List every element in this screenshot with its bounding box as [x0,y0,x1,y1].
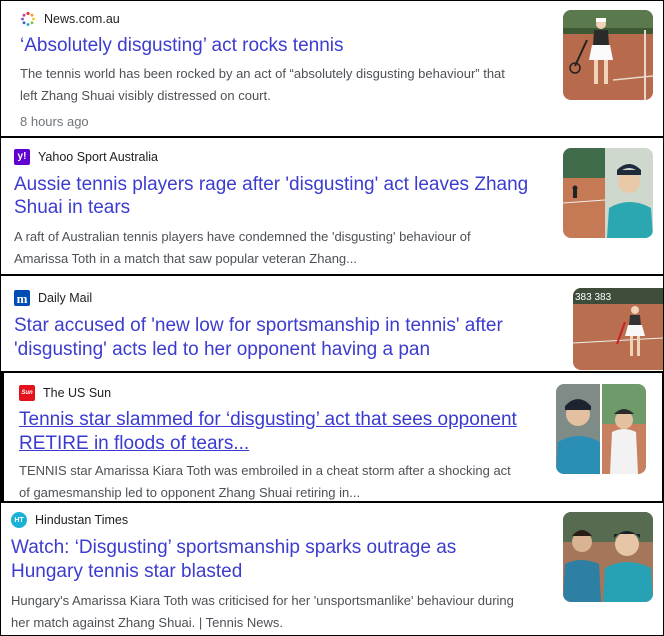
two-players-thumbnail-image [556,384,646,474]
two-players-side-by-side-thumbnail-image [563,512,653,602]
snippet-line-2: her match against Zhang Shuai. | Tennis … [11,615,283,630]
snippet-line-2: left Zhang Shuai visibly distressed on c… [20,88,271,103]
timestamp: 8 hours ago [20,114,89,129]
article-thumbnail[interactable] [556,384,646,474]
news-com-au-spinner-icon [20,11,36,27]
headline-link-line-2[interactable]: 'disgusting' acts led to her opponent ha… [14,338,430,362]
tennis-court-thumbnail-image [563,148,653,238]
source-row: News.com.au [20,11,120,27]
snippet-line-1: TENNIS star Amarissa Kiara Toth was embr… [19,463,511,478]
snippet-line-1: Hungary's Amarissa Kiara Toth was critic… [11,593,514,608]
article-thumbnail[interactable] [563,148,653,238]
tennis-scoreboard-thumbnail-image: 383 383 [573,288,663,370]
news-card-hindustan-times[interactable]: HT Hindustan Times Watch: ‘Disgusting’ s… [1,503,663,635]
article-thumbnail[interactable] [563,10,653,100]
source-name: Yahoo Sport Australia [38,150,158,164]
source-row: y! Yahoo Sport Australia [14,149,158,165]
tennis-player-thumbnail-image [563,10,653,100]
headline-link-line-2[interactable]: Shuai in tears [14,196,130,220]
source-name: Hindustan Times [35,513,129,527]
article-thumbnail[interactable]: 383 383 [573,288,663,370]
news-card-yahoo-sport[interactable]: y! Yahoo Sport Australia Aussie tennis p… [1,138,663,274]
headline-link-line-1[interactable]: Tennis star slammed for ‘disgusting’ act… [19,408,517,432]
headline-link[interactable]: ‘Absolutely disgusting’ act rocks tennis [20,34,344,58]
thumbnail-scoreboard-text: 383 383 [575,292,612,303]
headline-link-line-2[interactable]: RETIRE in floods of tears... [19,432,249,456]
the-sun-icon: Sun [19,385,35,401]
snippet-line-1: The tennis world has been rocked by an a… [20,66,505,81]
news-card-daily-mail[interactable]: m Daily Mail Star accused of 'new low fo… [1,276,663,371]
hindustan-times-icon: HT [11,512,27,528]
snippet-line-2: Amarissa Toth in a match that saw popula… [14,251,357,266]
headline-link-line-1[interactable]: Aussie tennis players rage after 'disgus… [14,173,528,197]
snippet-line-1: A raft of Australian tennis players have… [14,229,471,244]
daily-mail-icon: m [14,290,30,306]
snippet-line-2: of gamesmanship led to opponent Zhang Sh… [19,485,361,500]
news-card-us-sun[interactable]: Sun The US Sun Tennis star slammed for ‘… [4,373,662,501]
source-row: Sun The US Sun [19,385,111,401]
source-row: HT Hindustan Times [11,512,128,528]
news-card-newscomau[interactable]: News.com.au ‘Absolutely disgusting’ act … [1,1,663,136]
headline-link-line-2[interactable]: Hungary tennis star blasted [11,560,242,584]
source-row: m Daily Mail [14,290,92,306]
source-name: Daily Mail [38,291,93,305]
article-thumbnail[interactable] [563,512,653,602]
yahoo-icon: y! [14,149,30,165]
source-name: The US Sun [43,386,112,400]
headline-link-line-1[interactable]: Watch: ‘Disgusting’ sportsmanship sparks… [11,536,456,560]
headline-link-line-1[interactable]: Star accused of 'new low for sportsmansh… [14,314,503,338]
source-name: News.com.au [44,12,120,26]
